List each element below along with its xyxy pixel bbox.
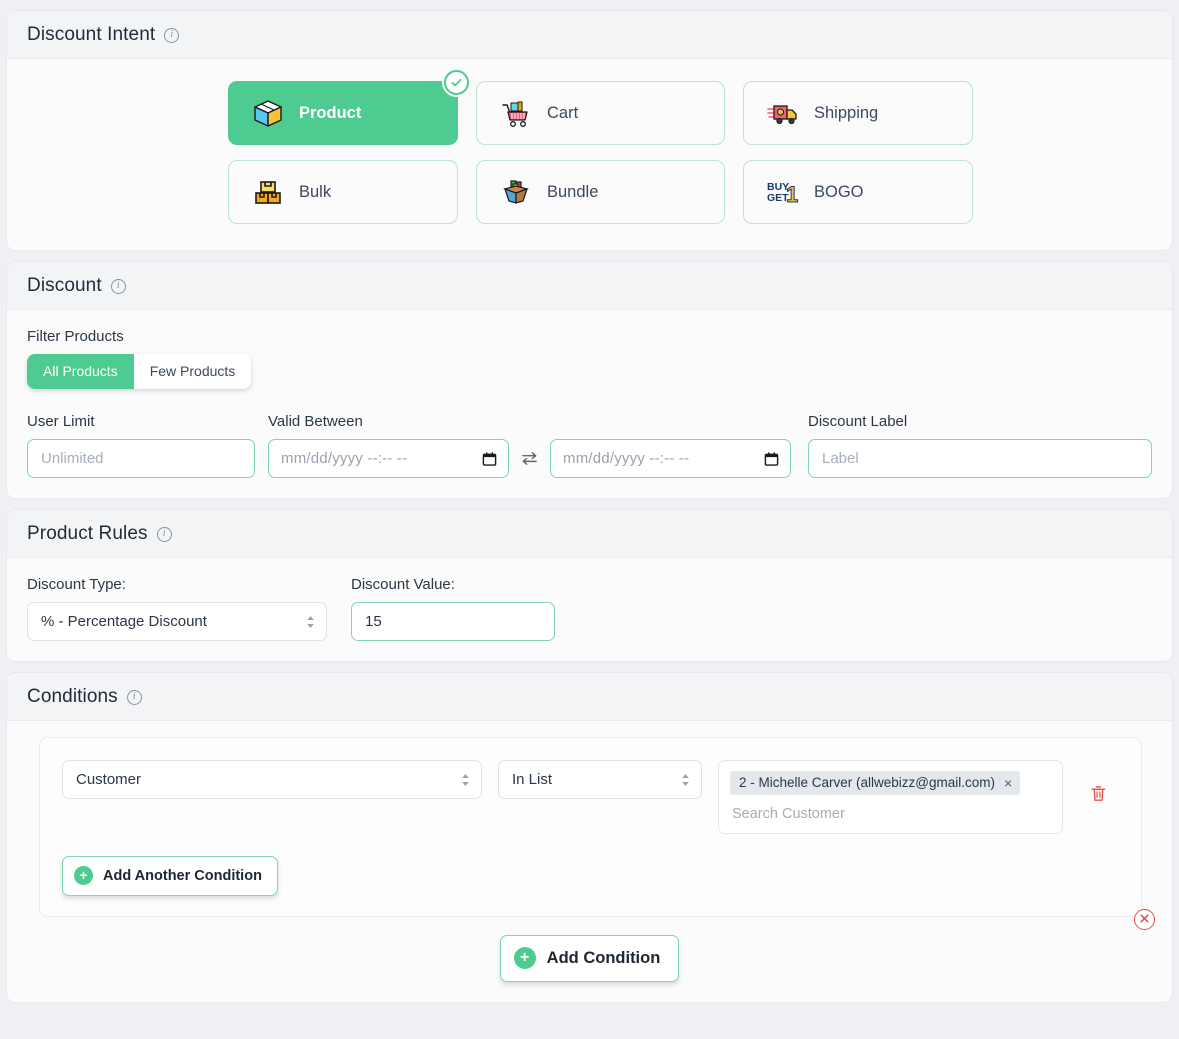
intent-card-bogo[interactable]: BUY GET 1 BOGO xyxy=(743,160,973,224)
discount-label-caption: Discount Label xyxy=(808,413,908,430)
chevron-updown-icon xyxy=(460,772,471,788)
valid-between-label: Valid Between xyxy=(268,413,363,430)
valid-between-group: Valid Between mm/dd/yyyy --:-- -- mm/dd/… xyxy=(268,413,795,478)
discount-label-input[interactable] xyxy=(808,439,1152,478)
product-rules-row: Discount Type: % - Percentage Discount D… xyxy=(27,576,1152,641)
discount-fields-row: User Limit Valid Between mm/dd/yyyy --:-… xyxy=(27,413,1152,478)
info-icon[interactable]: i xyxy=(164,27,180,43)
condition-attribute-value: Customer xyxy=(76,771,142,788)
svg-text:1: 1 xyxy=(786,182,798,207)
stacked-boxes-icon xyxy=(251,175,285,209)
intent-card-label: BOGO xyxy=(814,182,864,201)
valid-between-inputs: mm/dd/yyyy --:-- -- mm/dd/yyyy --:-- -- xyxy=(268,439,795,478)
discount-label-group: Discount Label xyxy=(808,413,1152,478)
discount-type-select[interactable]: % - Percentage Discount xyxy=(27,602,327,641)
info-icon[interactable]: i xyxy=(156,526,172,542)
discount-configuration-page: Discount Intent i Product Cart Shipping … xyxy=(0,0,1179,1039)
toggle-option-few-products[interactable]: Few Products xyxy=(134,354,252,389)
discount-type-label: Discount Type: xyxy=(27,576,126,593)
discount-body: Filter Products All Products Few Product… xyxy=(7,310,1172,498)
customer-token-label: 2 - Michelle Carver (allwebizz@gmail.com… xyxy=(739,775,996,790)
add-condition-label: Add Condition xyxy=(546,948,661,967)
delivery-truck-icon xyxy=(766,96,800,130)
condition-attribute-select[interactable]: Customer xyxy=(62,760,482,799)
intent-card-label: Product xyxy=(299,103,362,122)
plus-icon: + xyxy=(513,947,536,969)
calendar-icon[interactable] xyxy=(482,451,497,466)
conditions-header: Conditions i xyxy=(7,673,1172,721)
plus-icon: + xyxy=(74,866,93,885)
user-limit-group: User Limit xyxy=(27,413,255,478)
token-remove-icon[interactable]: × xyxy=(1004,776,1012,790)
filter-products-toggle[interactable]: All Products Few Products xyxy=(27,354,252,389)
intent-card-bulk[interactable]: Bulk xyxy=(228,160,458,224)
discount-value-input[interactable] xyxy=(351,602,555,641)
discount-intent-panel: Discount Intent i Product Cart Shipping … xyxy=(6,10,1173,251)
check-circle-icon xyxy=(444,70,469,95)
section-title-conditions: Conditions xyxy=(27,686,118,707)
delete-condition-button[interactable] xyxy=(1079,777,1117,815)
condition-group: Customer In List 2 - Michelle Carver (al… xyxy=(39,737,1155,930)
toggle-option-all-products[interactable]: All Products xyxy=(27,354,134,389)
intent-card-label: Cart xyxy=(547,103,579,122)
add-condition-button[interactable]: + Add Condition xyxy=(499,935,680,982)
shopping-cart-icon xyxy=(499,96,533,130)
swap-arrows-icon[interactable] xyxy=(520,449,539,468)
add-another-condition-label: Add Another Condition xyxy=(103,867,262,884)
info-icon[interactable]: i xyxy=(126,689,142,705)
discount-value-group: Discount Value: xyxy=(351,576,555,641)
user-limit-input[interactable] xyxy=(27,439,255,478)
open-box-icon xyxy=(499,175,533,209)
section-title-discount: Discount xyxy=(27,275,102,296)
discount-value-label: Discount Value: xyxy=(351,576,455,593)
filter-products-label: Filter Products xyxy=(27,328,124,345)
chevron-updown-icon xyxy=(305,614,316,630)
condition-operator-value: In List xyxy=(512,771,553,788)
intent-body: Product Cart Shipping Bulk Bundle BUY GE… xyxy=(7,59,1172,250)
add-another-condition-button[interactable]: + Add Another Condition xyxy=(62,856,278,896)
product-rules-header: Product Rules i xyxy=(7,510,1172,558)
intent-card-label: Shipping xyxy=(814,103,879,122)
conditions-panel: Conditions i Customer In List 2 - Michel… xyxy=(6,672,1173,1003)
customer-search-placeholder[interactable]: Search Customer xyxy=(730,806,1051,822)
conditions-body: Customer In List 2 - Michelle Carver (al… xyxy=(7,737,1172,1002)
remove-condition-group-button[interactable] xyxy=(1134,909,1155,930)
package-icon xyxy=(251,96,285,130)
user-limit-label: User Limit xyxy=(27,413,95,430)
intent-card-label: Bulk xyxy=(299,182,332,201)
section-title-product-rules: Product Rules xyxy=(27,523,148,544)
customer-token: 2 - Michelle Carver (allwebizz@gmail.com… xyxy=(730,771,1021,795)
discount-header: Discount i xyxy=(7,262,1172,310)
valid-from-datetime-input[interactable]: mm/dd/yyyy --:-- -- xyxy=(268,439,509,478)
discount-panel: Discount i Filter Products All Products … xyxy=(6,261,1173,499)
calendar-icon[interactable] xyxy=(764,451,779,466)
product-rules-body: Discount Type: % - Percentage Discount D… xyxy=(7,558,1172,661)
intent-card-label: Bundle xyxy=(547,182,599,201)
valid-to-placeholder: mm/dd/yyyy --:-- -- xyxy=(563,450,690,467)
chevron-updown-icon xyxy=(680,772,691,788)
discount-type-group: Discount Type: % - Percentage Discount xyxy=(27,576,327,641)
intent-card-shipping[interactable]: Shipping xyxy=(743,81,973,145)
discount-type-value: % - Percentage Discount xyxy=(41,613,207,630)
customer-token-input[interactable]: 2 - Michelle Carver (allwebizz@gmail.com… xyxy=(718,760,1063,834)
product-rules-panel: Product Rules i Discount Type: % - Perce… xyxy=(6,509,1173,662)
condition-row: Customer In List 2 - Michelle Carver (al… xyxy=(62,760,1117,834)
intent-card-cart[interactable]: Cart xyxy=(476,81,725,145)
intent-card-grid: Product Cart Shipping Bulk Bundle BUY GE… xyxy=(7,70,1172,224)
info-icon[interactable]: i xyxy=(110,278,126,294)
close-circle-icon xyxy=(1139,911,1150,929)
valid-to-datetime-input[interactable]: mm/dd/yyyy --:-- -- xyxy=(550,439,791,478)
trash-icon xyxy=(1089,784,1108,808)
intent-card-bundle[interactable]: Bundle xyxy=(476,160,725,224)
buy-one-get-one-icon: BUY GET 1 xyxy=(766,175,800,209)
intent-card-product[interactable]: Product xyxy=(228,70,469,145)
add-condition-wrap: + Add Condition xyxy=(7,917,1172,1002)
condition-operator-select[interactable]: In List xyxy=(498,760,702,799)
valid-from-placeholder: mm/dd/yyyy --:-- -- xyxy=(281,450,408,467)
page-title: Discount Intent xyxy=(27,24,156,45)
discount-intent-header: Discount Intent i xyxy=(7,11,1172,59)
